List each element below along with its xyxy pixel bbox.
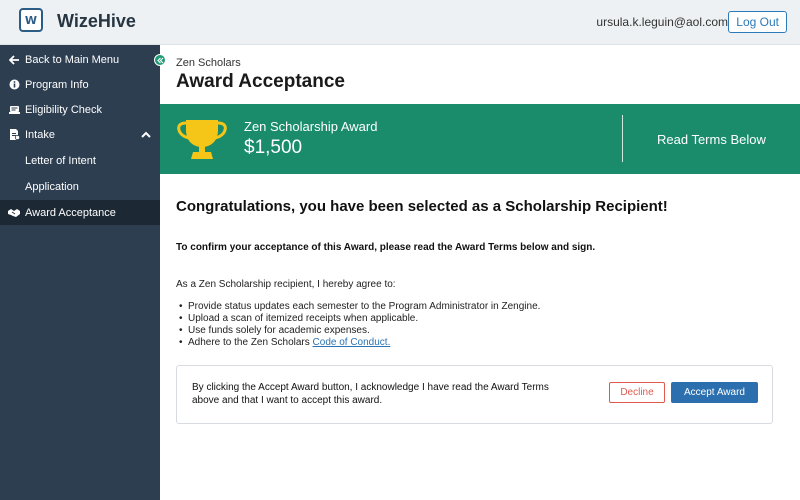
term-text: Adhere to the Zen Scholars (188, 337, 313, 348)
sidebar: Back to Main Menu Program Info Eligibili… (0, 45, 160, 500)
main-content: Zen Scholars Award Acceptance Zen Schola… (160, 45, 800, 500)
sidebar-item-intake[interactable]: Intake (0, 122, 160, 147)
brand-name: WizeHive (57, 11, 136, 31)
handshake-icon (8, 208, 20, 218)
sidebar-item-label: Award Acceptance (25, 206, 116, 219)
checklist-icon (8, 105, 20, 115)
sidebar-item-program-info[interactable]: Program Info (0, 72, 160, 97)
logo-letter: W (24, 13, 38, 27)
chevron-up-icon[interactable] (141, 129, 151, 141)
sidebar-item-eligibility-check[interactable]: Eligibility Check (0, 97, 160, 122)
top-header: W WizeHive ursula.k.leguin@aol.com Log O… (0, 0, 800, 45)
info-icon (8, 79, 20, 90)
sidebar-item-label: Intake (25, 128, 55, 141)
sidebar-item-label: Eligibility Check (25, 103, 103, 116)
decline-button[interactable]: Decline (609, 382, 665, 403)
acknowledgement-text: By clicking the Accept Award button, I a… (192, 382, 549, 406)
award-amount: $1,500 (244, 137, 303, 158)
congratulations-heading: Congratulations, you have been selected … (176, 198, 668, 215)
arrow-left-icon (8, 54, 20, 65)
wizehive-logo[interactable]: W (19, 8, 43, 32)
code-of-conduct-link[interactable]: Code of Conduct. (313, 337, 391, 348)
instruction-text: To confirm your acceptance of this Award… (176, 242, 596, 253)
page-title: Award Acceptance (176, 71, 345, 92)
logout-button[interactable]: Log Out (728, 11, 787, 33)
list-item: • Use funds solely for academic expenses. (179, 325, 370, 336)
sidebar-item-back-to-main-menu[interactable]: Back to Main Menu (0, 47, 160, 72)
sidebar-item-application[interactable]: Application (0, 174, 160, 199)
accept-award-button[interactable]: Accept Award (671, 382, 758, 403)
agreement-intro: As a Zen Scholarship recipient, I hereby… (176, 279, 396, 290)
program-name: Zen Scholars (176, 57, 241, 69)
read-terms-label: Read Terms Below (657, 132, 766, 147)
award-name: Zen Scholarship Award (244, 119, 378, 134)
award-terms-list: • Provide status updates each semester to… (179, 301, 540, 349)
user-email: ursula.k.leguin@aol.com (596, 15, 728, 29)
trophy-icon (177, 117, 227, 166)
sidebar-item-label: Back to Main Menu (25, 53, 120, 66)
list-item: • Provide status updates each semester to… (179, 301, 541, 312)
sidebar-item-label: Letter of Intent (25, 154, 96, 167)
list-item: • Upload a scan of itemized receipts when… (179, 313, 419, 324)
sidebar-item-letter-of-intent[interactable]: Letter of Intent (0, 148, 160, 173)
accept-award-card: By clicking the Accept Award button, I a… (176, 365, 773, 424)
sidebar-item-label: Application (25, 180, 79, 193)
intake-icon (8, 129, 20, 140)
term-text: Provide status updates each semester to … (188, 301, 541, 312)
list-item: • Adhere to the Zen Scholars Code of Cond… (179, 337, 391, 348)
banner-divider (622, 115, 623, 162)
sidebar-item-label: Program Info (25, 78, 89, 91)
term-text: Use funds solely for academic expenses. (188, 325, 370, 336)
sidebar-item-award-acceptance[interactable]: Award Acceptance (0, 200, 160, 225)
term-text: Upload a scan of itemized receipts when … (188, 313, 419, 324)
award-banner: Zen Scholarship Award $1,500 Read Terms … (160, 104, 800, 174)
